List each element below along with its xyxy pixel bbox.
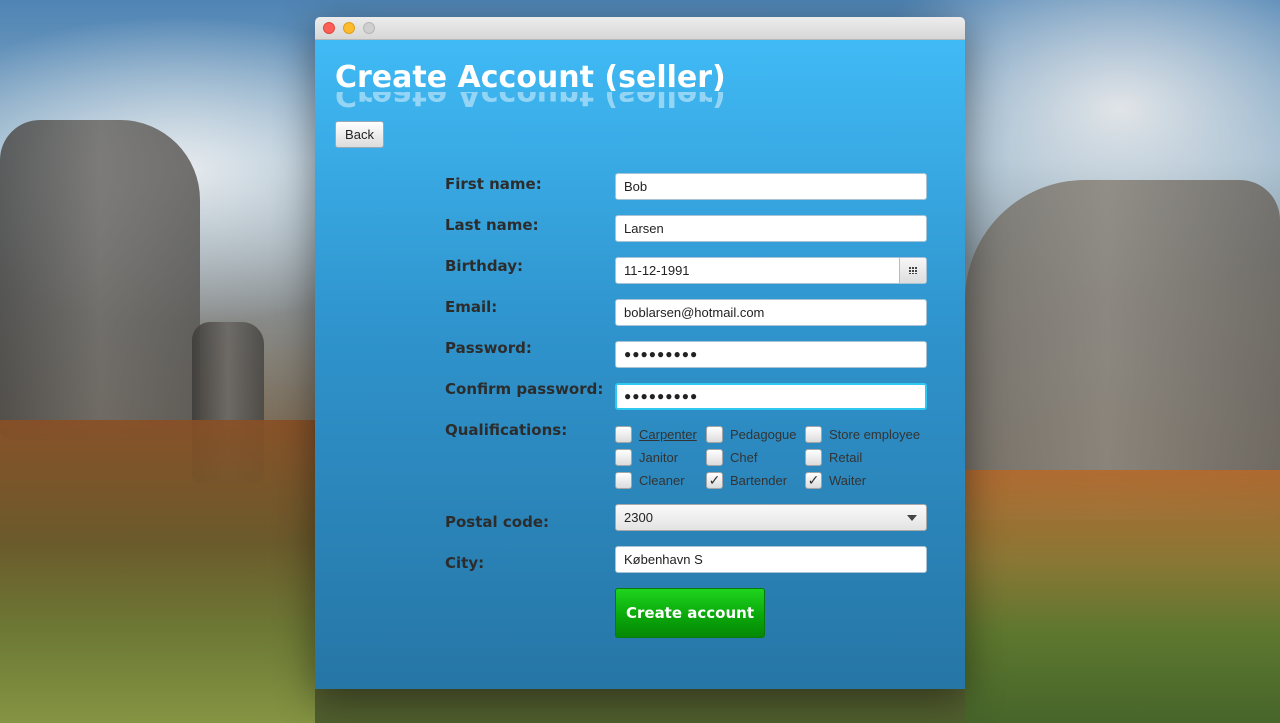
- checkbox-label: Pedagogue: [730, 427, 797, 442]
- checkbox-label: Retail: [829, 450, 863, 465]
- last-name-field[interactable]: Larsen: [615, 215, 927, 242]
- checkbox-label: Bartender: [730, 473, 788, 488]
- create-account-button[interactable]: Create account: [615, 588, 765, 638]
- checkbox-chef[interactable]: [706, 449, 723, 466]
- page-title: Create Account (seller): [335, 60, 726, 95]
- checkbox-label: Store employee: [829, 427, 921, 442]
- checkbox-pedagogue[interactable]: [706, 426, 723, 443]
- birthday-value: 11-12-1991: [624, 263, 690, 278]
- checkbox-label: Carpenter: [639, 427, 697, 442]
- birthday-label: Birthday:: [445, 257, 523, 275]
- postal-code-label: Postal code:: [445, 513, 549, 531]
- chevron-down-icon: [907, 515, 917, 521]
- background-rock-right: [965, 180, 1280, 520]
- checkbox-bartender[interactable]: ✓: [706, 472, 723, 489]
- checkbox-cleaner[interactable]: [615, 472, 632, 489]
- birthday-picker[interactable]: 11-12-1991: [615, 257, 927, 284]
- checkbox-label: Chef: [730, 450, 758, 465]
- close-window-button[interactable]: [323, 22, 335, 34]
- checkbox-carpenter[interactable]: [615, 426, 632, 443]
- password-label: Password:: [445, 339, 532, 357]
- first-name-label: First name:: [445, 175, 542, 193]
- postal-code-select[interactable]: 2300: [615, 504, 927, 531]
- email-field[interactable]: boblarsen@hotmail.com: [615, 299, 927, 326]
- background-rock-left: [0, 120, 200, 440]
- background-forest-left: [0, 420, 315, 723]
- postal-code-value: 2300: [624, 510, 653, 525]
- checkbox-janitor[interactable]: [615, 449, 632, 466]
- zoom-window-button[interactable]: [363, 22, 375, 34]
- background-forest-right: [965, 470, 1280, 723]
- calendar-button[interactable]: [899, 258, 926, 283]
- back-button[interactable]: Back: [335, 121, 384, 148]
- checkbox-store-employee[interactable]: [805, 426, 822, 443]
- window-titlebar[interactable]: [315, 17, 965, 40]
- form-panel: Create Account (seller) Create Account (…: [315, 40, 965, 689]
- page-title-reflection: Create Account (seller): [335, 92, 726, 112]
- qualifications-label: Qualifications:: [445, 421, 568, 439]
- last-name-label: Last name:: [445, 216, 539, 234]
- calendar-icon: [909, 267, 917, 274]
- checkbox-waiter[interactable]: ✓: [805, 472, 822, 489]
- city-label: City:: [445, 554, 485, 572]
- checkbox-retail[interactable]: [805, 449, 822, 466]
- app-window: Create Account (seller) Create Account (…: [315, 17, 965, 689]
- password-field[interactable]: ●●●●●●●●●: [615, 341, 927, 368]
- checkbox-label: Janitor: [639, 450, 679, 465]
- email-label: Email:: [445, 298, 498, 316]
- first-name-field[interactable]: Bob: [615, 173, 927, 200]
- confirm-password-field[interactable]: ●●●●●●●●●: [615, 383, 927, 410]
- checkbox-label: Cleaner: [639, 473, 685, 488]
- checkbox-label: Waiter: [829, 473, 867, 488]
- minimize-window-button[interactable]: [343, 22, 355, 34]
- city-field[interactable]: København S: [615, 546, 927, 573]
- confirm-password-label: Confirm password:: [445, 380, 604, 398]
